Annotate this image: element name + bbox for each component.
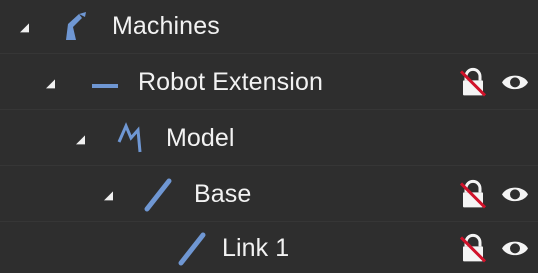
unlocked-lock-icon[interactable] (458, 179, 488, 209)
tree-row-model[interactable]: Model (0, 112, 538, 166)
visibility-eye-icon[interactable] (500, 67, 530, 97)
link-segment-icon (144, 178, 172, 212)
row-divider (0, 109, 538, 110)
expand-arrow-icon[interactable] (104, 191, 113, 201)
expand-arrow-icon[interactable] (20, 23, 29, 33)
tree-item-label: Machines (112, 11, 220, 40)
unlocked-lock-icon[interactable] (458, 233, 488, 263)
row-divider (0, 53, 538, 54)
link-segment-icon (178, 232, 206, 266)
tree-item-label: Robot Extension (138, 67, 323, 96)
tree-row-machines[interactable]: Machines (0, 0, 538, 54)
tree-row-base[interactable]: Base (0, 168, 538, 222)
model-zigzag-icon (116, 122, 146, 156)
expand-arrow-icon[interactable] (46, 79, 55, 89)
unlocked-lock-icon[interactable] (458, 67, 488, 97)
tree-row-link-1[interactable]: Link 1 (0, 222, 538, 273)
visibility-eye-icon[interactable] (500, 179, 530, 209)
tree-row-robot-extension[interactable]: Robot Extension (0, 56, 538, 110)
expand-arrow-icon[interactable] (76, 135, 85, 145)
tree-item-label: Base (194, 179, 252, 208)
tree-item-label: Model (166, 123, 235, 152)
tree-item-label: Link 1 (222, 233, 290, 262)
visibility-eye-icon[interactable] (500, 233, 530, 263)
row-divider (0, 165, 538, 166)
extension-line-icon (92, 78, 118, 88)
robot-arm-icon (62, 10, 88, 44)
scene-tree-panel: Machines Robot Extension Model Base Link… (0, 0, 538, 273)
